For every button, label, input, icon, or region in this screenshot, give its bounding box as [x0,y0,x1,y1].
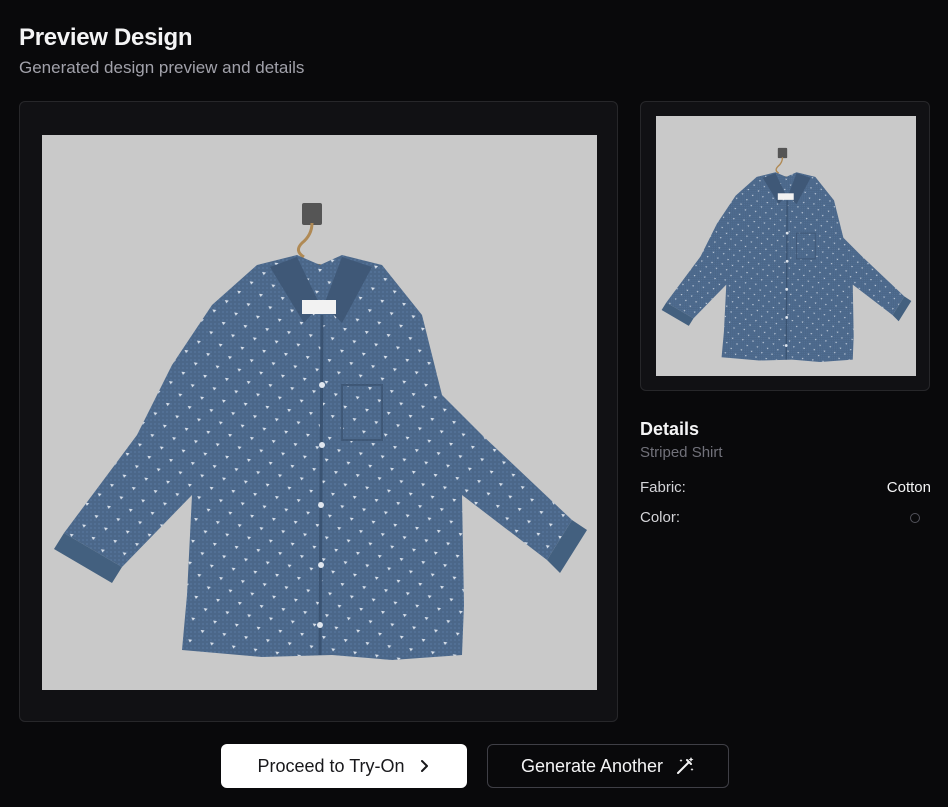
thumbnail-shirt-image[interactable] [656,116,916,376]
main-shirt-image [42,135,597,690]
design-name: Striped Shirt [640,444,723,461]
generate-another-button[interactable]: Generate Another [487,744,729,788]
fabric-label: Fabric: [640,479,686,496]
generate-button-label: Generate Another [520,755,664,776]
details-heading: Details [640,419,700,439]
page-title: Preview Design [19,24,193,51]
proceed-button-label: Proceed to Try-On [257,755,405,776]
page-subtitle: Generated design preview and details [19,58,305,77]
color-row: Color: [640,509,931,529]
color-swatch [910,513,920,523]
magic-wand-icon [675,756,695,776]
fabric-row: Fabric: Cotton [640,479,931,499]
fabric-value: Cotton [886,479,931,496]
main-preview-card [19,101,618,722]
shirt-image [52,201,589,662]
preview-design-page: Preview Design Generated design preview … [0,0,948,807]
thumbnail-card[interactable] [640,101,930,391]
proceed-to-try-on-button[interactable]: Proceed to Try-On [221,744,467,788]
chevron-right-icon [417,759,431,773]
shirt-thumbnail [660,147,913,363]
color-label: Color: [640,509,681,526]
